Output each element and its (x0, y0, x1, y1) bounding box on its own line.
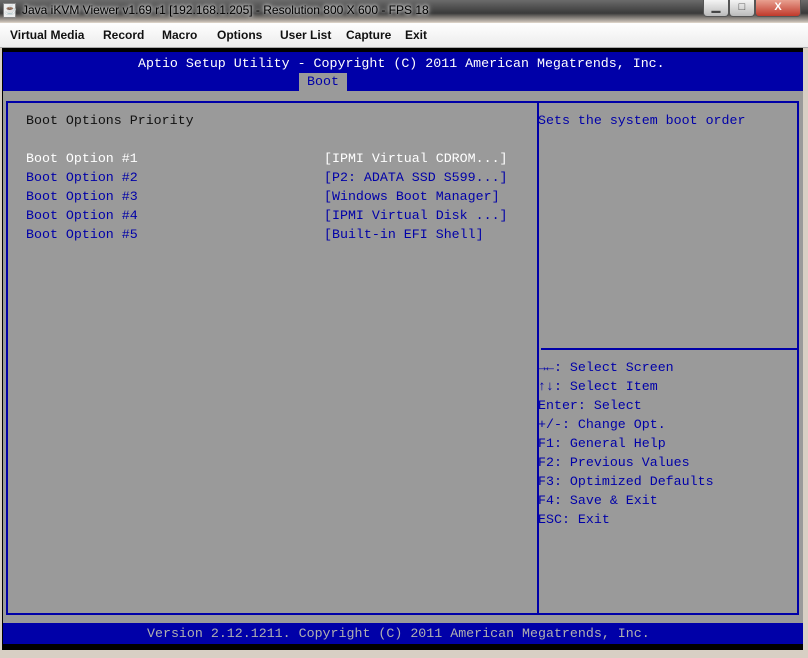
key-hint: ESC: Exit (538, 512, 610, 527)
menu-exit[interactable]: Exit (405, 28, 427, 42)
minimize-button[interactable]: ▁ (703, 0, 729, 17)
key-hint: F1: General Help (538, 436, 666, 451)
section-title: Boot Options Priority (26, 113, 194, 128)
bios-footer: Version 2.12.1211. Copyright (C) 2011 Am… (3, 623, 803, 644)
key-hint: F4: Save & Exit (538, 493, 658, 508)
menu-options[interactable]: Options (217, 28, 262, 42)
footer-text: Version 2.12.1211. Copyright (C) 2011 Am… (147, 626, 650, 641)
key-hint: →←: Select Screen (538, 360, 674, 375)
boot-option-label[interactable]: Boot Option #1 (26, 149, 138, 168)
menu-bar: Virtual Media Record Macro Options User … (0, 23, 808, 48)
key-hint: Enter: Select (538, 398, 642, 413)
boot-option-label[interactable]: Boot Option #2 (26, 168, 138, 187)
java-icon: ☕ (3, 3, 17, 18)
bios-header: Aptio Setup Utility - Copyright (C) 2011… (3, 52, 803, 91)
close-button[interactable]: X (755, 0, 801, 17)
tab-boot[interactable]: Boot (299, 73, 347, 91)
menu-user-list[interactable]: User List (280, 28, 331, 42)
boot-option-value[interactable]: [Windows Boot Manager] (324, 187, 500, 206)
boot-option-value[interactable]: [P2: ADATA SSD S599...] (324, 168, 508, 187)
window-titlebar: ☕ Java iKVM Viewer v1.69 r1 [192.168.1.2… (0, 0, 808, 22)
key-hint: +/-: Change Opt. (538, 417, 666, 432)
menu-macro[interactable]: Macro (162, 28, 197, 42)
menu-capture[interactable]: Capture (346, 28, 391, 42)
key-hint: F3: Optimized Defaults (538, 474, 714, 489)
window-title: Java iKVM Viewer v1.69 r1 [192.168.1.205… (22, 3, 429, 17)
maximize-button[interactable]: □ (729, 0, 755, 17)
menu-record[interactable]: Record (103, 28, 144, 42)
key-hint: F2: Previous Values (538, 455, 690, 470)
help-text: Sets the system boot order (538, 113, 746, 128)
boot-option-value[interactable]: [Built-in EFI Shell] (324, 225, 484, 244)
boot-option-label[interactable]: Boot Option #3 (26, 187, 138, 206)
bios-title: Aptio Setup Utility - Copyright (C) 2011… (138, 56, 665, 71)
kvm-screen[interactable]: Aptio Setup Utility - Copyright (C) 2011… (2, 48, 803, 650)
menu-virtual-media[interactable]: Virtual Media (10, 28, 84, 42)
boot-option-value[interactable]: [IPMI Virtual Disk ...] (324, 206, 508, 225)
bios-panel: Boot Options Priority Boot Option #1 [IP… (6, 101, 799, 615)
key-hint: ↑↓: Select Item (538, 379, 658, 394)
boot-option-label[interactable]: Boot Option #5 (26, 225, 138, 244)
boot-option-label[interactable]: Boot Option #4 (26, 206, 138, 225)
bios-body: Boot Options Priority Boot Option #1 [IP… (3, 91, 803, 623)
boot-option-value[interactable]: [IPMI Virtual CDROM...] (324, 149, 508, 168)
help-separator (541, 348, 798, 350)
